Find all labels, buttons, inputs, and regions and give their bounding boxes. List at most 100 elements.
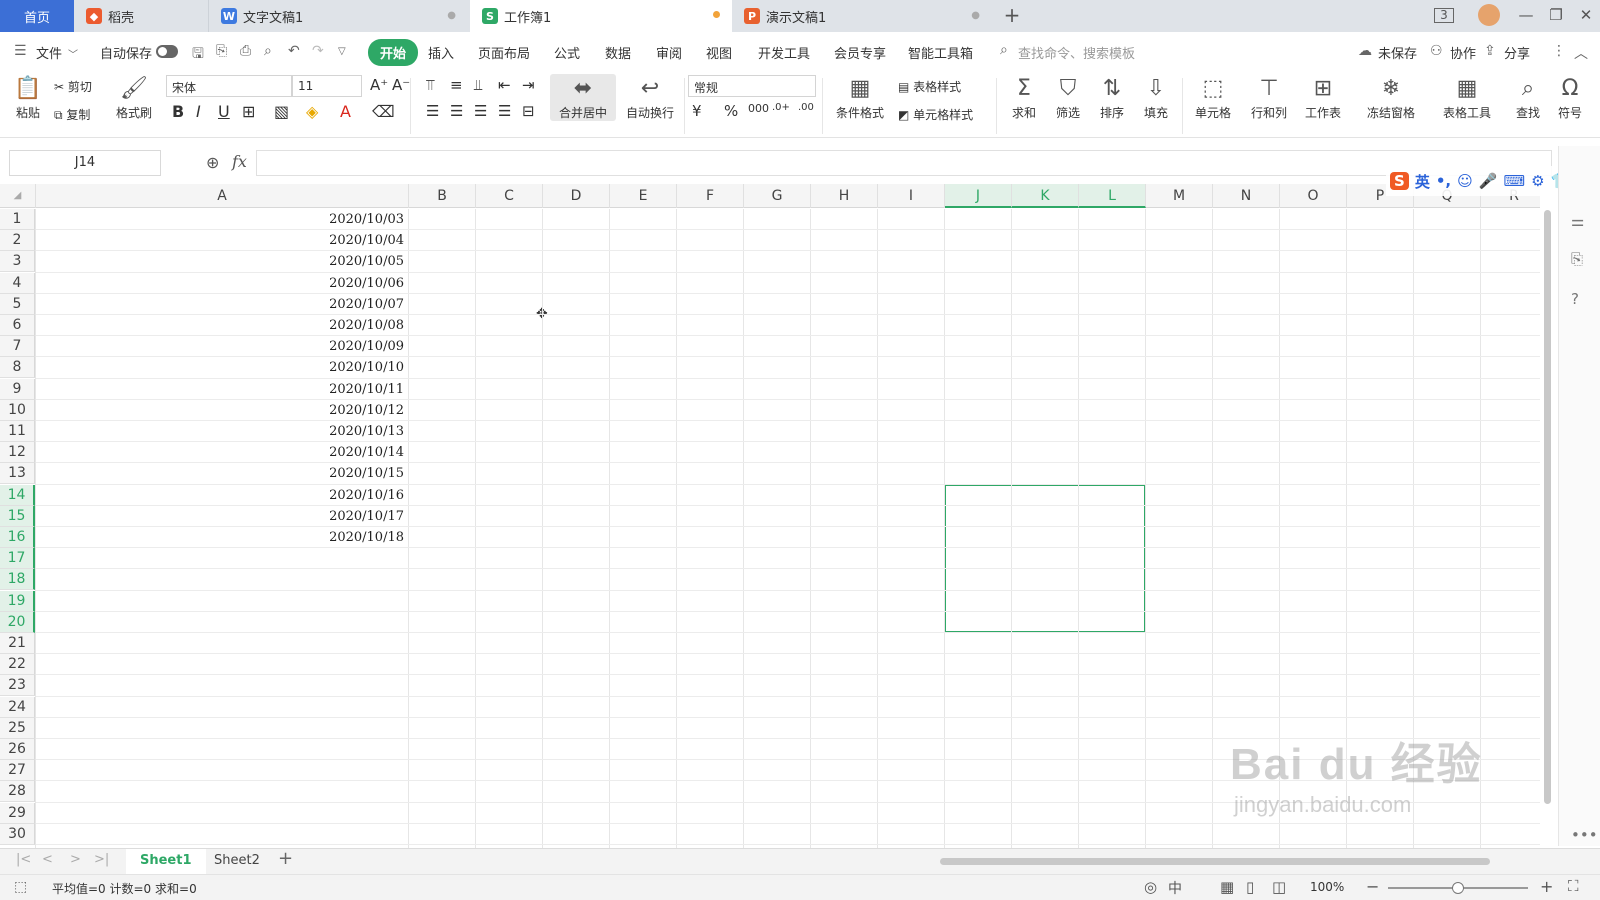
row-header-1[interactable]: 1 [0,209,35,230]
cell-a11[interactable]: 2020/10/13 [36,421,407,442]
zoom-slider-handle[interactable] [1452,882,1464,894]
fx-icon[interactable]: fx [232,152,247,171]
keyboard-icon[interactable]: ⌨ [1503,172,1525,190]
row-header-21[interactable]: 21 [0,633,35,654]
cell-a6[interactable]: 2020/10/08 [36,315,407,336]
align-center-icon[interactable]: ☰ [450,102,463,120]
tab-data[interactable]: 数据 [605,43,631,62]
new-tab-icon[interactable]: + [1002,3,1022,27]
minimize-icon[interactable]: — [1516,6,1536,24]
find-button[interactable]: ⌕ 查找 [1510,74,1546,121]
justify-icon[interactable]: ☰ [498,102,511,120]
sort-button[interactable]: ⇅ 排序 [1092,74,1132,121]
tab-page-layout[interactable]: 页面布局 [478,43,530,62]
cell-a9[interactable]: 2020/10/11 [36,379,407,400]
align-right-icon[interactable]: ☰ [474,102,487,120]
column-header-o[interactable]: O [1280,184,1347,208]
unsaved-dot-icon[interactable] [713,11,720,18]
customize-icon[interactable]: ▽ [338,46,346,57]
tab-formulas[interactable]: 公式 [554,43,580,62]
align-left-icon[interactable]: ☰ [426,102,439,120]
zoom-in-icon[interactable]: + [1540,877,1553,896]
column-header-c[interactable]: C [476,184,543,208]
table-style-button[interactable]: ▤ 表格样式 [898,78,961,95]
window-count-badge[interactable]: 3 [1434,8,1454,23]
cell-a2[interactable]: 2020/10/04 [36,230,407,251]
toolbox-icon[interactable]: ⚙ [1531,172,1544,190]
close-icon[interactable]: ● [971,10,980,21]
distributed-icon[interactable]: ⊟ [522,102,535,120]
column-header-m[interactable]: M [1146,184,1213,208]
last-sheet-icon[interactable]: >| [94,852,109,867]
microphone-icon[interactable]: 🎤 [1479,172,1498,190]
tab-insert[interactable]: 插入 [428,43,454,62]
cell-a13[interactable]: 2020/10/15 [36,463,407,484]
tab-docer[interactable]: ◆ 稻壳 [74,0,208,32]
tab-review[interactable]: 审阅 [656,43,682,62]
increase-font-icon[interactable]: A⁺ [370,76,388,94]
align-middle-icon[interactable]: ≡ [450,76,463,94]
zoom-formula-icon[interactable]: ⊕ [206,153,219,172]
percent-icon[interactable]: % [724,102,738,120]
column-header-h[interactable]: H [811,184,878,208]
vertical-scrollbar[interactable] [1540,200,1554,844]
cell-button[interactable]: ⬚ 单元格 [1188,74,1238,121]
more-options-icon[interactable]: ••• [1571,826,1598,844]
row-header-8[interactable]: 8 [0,357,35,379]
close-window-icon[interactable]: ✕ [1576,6,1596,24]
row-header-3[interactable]: 3 [0,251,35,273]
cell-fill-pattern-icon[interactable]: ▧ [274,102,289,121]
cell-style-button[interactable]: ◩ 单元格样式 [898,106,973,123]
copy-button[interactable]: ⧉ 复制 [54,106,90,123]
sogou-logo-icon[interactable]: S [1390,172,1409,190]
close-icon[interactable]: ● [447,10,456,21]
row-header-22[interactable]: 22 [0,654,35,676]
tab-developer[interactable]: 开发工具 [758,43,810,62]
autosave-toggle[interactable] [156,45,178,58]
row-header-5[interactable]: 5 [0,293,35,315]
collab-button[interactable]: 协作 [1450,43,1476,62]
row-header-2[interactable]: 2 [0,230,35,252]
column-header-j[interactable]: J [945,184,1012,208]
horizontal-scroll-thumb[interactable] [940,858,1490,865]
tab-presentation[interactable]: P 演示文稿1 ● [732,0,994,32]
cell-a10[interactable]: 2020/10/12 [36,400,407,421]
column-header-d[interactable]: D [543,184,610,208]
row-header-11[interactable]: 11 [0,421,35,442]
decrease-font-icon[interactable]: A⁻ [392,76,410,94]
format-painter-button[interactable]: 🖌 格式刷 [112,74,156,121]
page-break-view-icon[interactable]: ◫ [1272,878,1286,896]
clear-format-icon[interactable]: ⌫ [372,102,395,121]
font-family-select[interactable]: 宋体 [166,75,292,97]
emoji-icon[interactable]: ☺ [1457,172,1473,190]
worksheet-button[interactable]: ⊞ 工作表 [1298,74,1348,121]
cell-a3[interactable]: 2020/10/05 [36,251,407,272]
wrap-text-button[interactable]: ↩ 自动换行 [622,74,678,121]
currency-icon[interactable]: ¥ [692,102,702,120]
underline-icon[interactable]: U [218,102,230,121]
column-header-b[interactable]: B [409,184,476,208]
row-header-28[interactable]: 28 [0,781,35,803]
tab-member[interactable]: 会员专享 [834,43,886,62]
eye-protection-icon[interactable]: ◎ [1144,878,1157,896]
italic-icon[interactable]: I [196,102,201,121]
column-header-l[interactable]: L [1079,184,1146,208]
cell-a8[interactable]: 2020/10/10 [36,357,407,378]
save-icon[interactable]: 🖫 [192,43,204,67]
column-header-f[interactable]: F [677,184,744,208]
first-sheet-icon[interactable]: |< [16,852,31,867]
column-header-k[interactable]: K [1012,184,1079,208]
zoom-slider[interactable] [1388,882,1528,894]
print-icon[interactable]: ⎙ [240,43,251,59]
chevron-down-icon[interactable]: ﹀ [68,46,78,61]
ime-language[interactable]: 英 [1415,171,1430,192]
undo-icon[interactable]: ↶ [288,43,300,59]
sheet-tab-sheet2[interactable]: Sheet2 [200,849,274,875]
row-header-9[interactable]: 9 [0,378,35,400]
normal-view-icon[interactable]: ▦ [1220,878,1234,896]
add-sheet-icon[interactable]: + [278,848,293,869]
font-size-select[interactable]: 11 [292,75,362,97]
row-header-24[interactable]: 24 [0,696,35,718]
macro-record-icon[interactable]: ⬚ [14,879,27,895]
name-box[interactable]: J14 [9,150,161,176]
